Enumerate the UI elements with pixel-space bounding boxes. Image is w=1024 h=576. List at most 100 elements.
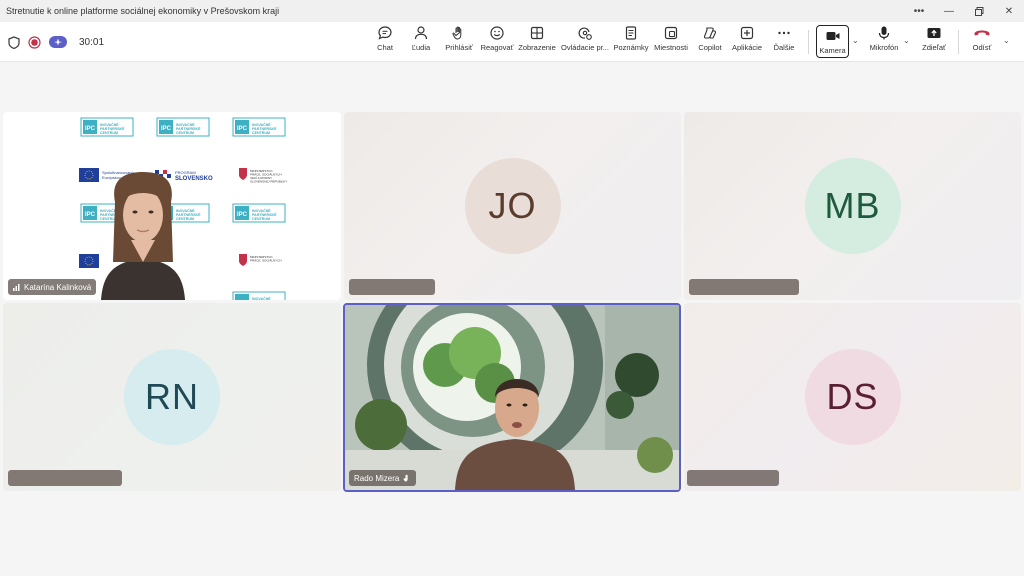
video-feed-backdrop: [345, 305, 679, 490]
ellipsis-icon: [776, 25, 792, 41]
svg-text:PRÁCE, SOCIÁLNYCH: PRÁCE, SOCIÁLNYCH: [250, 259, 282, 263]
apps-label: Aplikácie: [731, 43, 762, 52]
share-label: Zdieľať: [922, 43, 946, 52]
view-label: Zobrazenie: [518, 43, 556, 52]
notes-icon: [623, 25, 639, 41]
svg-text:CENTRUM: CENTRUM: [100, 131, 118, 135]
copilot-button[interactable]: Copilot: [695, 25, 725, 59]
restore-icon[interactable]: [964, 0, 994, 22]
copilot-label: Copilot: [698, 43, 722, 52]
ipc-logo-text: IPC: [85, 126, 96, 132]
svg-text:CENTRUM: CENTRUM: [176, 131, 194, 135]
hangup-icon: [973, 25, 991, 41]
svg-text:INOVAČNÉ: INOVAČNÉ: [252, 296, 271, 300]
participant-name-tag: Rado Mizera: [349, 470, 417, 486]
share-icon: [926, 25, 942, 41]
avatar: RN: [124, 349, 220, 445]
controls-label: Ovládacie pr...: [561, 43, 609, 52]
svg-text:CENTRUM: CENTRUM: [252, 131, 270, 135]
microphone-label: Mikrofón: [869, 43, 899, 52]
copilot-icon: [702, 25, 718, 41]
svg-text:IPC: IPC: [85, 212, 96, 218]
participant-tile[interactable]: JO: [344, 112, 681, 300]
hand-icon: [451, 25, 467, 41]
rooms-icon: [663, 25, 679, 41]
copilot-status-icon[interactable]: [49, 36, 67, 48]
title-bar: Stretnutie k online platforme sociálnej …: [0, 0, 1024, 22]
chat-label: Chat: [377, 43, 393, 52]
participant-name-tag-redacted: [687, 470, 779, 486]
svg-text:CENTRUM: CENTRUM: [252, 217, 270, 221]
participant-tile[interactable]: MB: [684, 112, 1021, 300]
raised-hand-icon: [403, 474, 411, 482]
svg-text:SLOVENSKO: SLOVENSKO: [175, 176, 213, 182]
chat-icon: [377, 25, 393, 41]
minimize-icon[interactable]: —: [934, 0, 964, 22]
apps-button[interactable]: Aplikácie: [730, 25, 764, 59]
participant-name-tag-redacted: [349, 279, 435, 295]
participant-name-tag-redacted: [689, 279, 799, 295]
svg-text:PROGRAM: PROGRAM: [175, 170, 196, 175]
svg-text:CENTRUM: CENTRUM: [176, 217, 194, 221]
raise-hand-button[interactable]: Prihlásiť: [444, 25, 474, 59]
participant-name-tag-redacted: [8, 470, 122, 486]
people-label: Ľudia: [411, 43, 431, 52]
window-title: Stretnutie k online platforme sociálnej …: [6, 6, 280, 16]
avatar: MB: [804, 158, 901, 254]
meeting-status: 30:01: [8, 22, 104, 62]
participant-tile[interactable]: IPC INOVAČNÉ PARTNERSKÉ CENTRUM IPC INOV…: [3, 112, 341, 300]
controls-icon: [577, 25, 593, 41]
plus-icon: [739, 25, 755, 41]
close-icon[interactable]: ✕: [994, 0, 1024, 22]
signal-icon: [13, 283, 20, 291]
toolbar-divider: [808, 30, 809, 54]
react-label: Reagovať: [480, 43, 514, 52]
avatar: JO: [464, 158, 561, 254]
controls-button[interactable]: Ovládacie pr...: [561, 25, 609, 59]
participant-video: [101, 172, 185, 300]
rooms-label: Miestnosti: [654, 43, 688, 52]
video-feed-backdrop: IPC INOVAČNÉ PARTNERSKÉ CENTRUM IPC INOV…: [79, 117, 287, 300]
rooms-button[interactable]: Miestnosti: [652, 25, 690, 59]
raise-hand-label: Prihlásiť: [445, 43, 473, 52]
share-button[interactable]: Zdieľať: [918, 25, 950, 59]
smile-icon: [489, 25, 505, 41]
people-icon: [413, 25, 429, 41]
camera-icon: [825, 28, 841, 44]
chat-button[interactable]: Chat: [372, 25, 398, 59]
svg-text:IPC: IPC: [237, 126, 248, 132]
mic-options-chevron-icon[interactable]: ⌄: [903, 36, 910, 45]
svg-text:IPC: IPC: [237, 212, 248, 218]
participant-name: Rado Mizera: [354, 473, 400, 483]
react-button[interactable]: Reagovať: [480, 25, 514, 59]
leave-label: Odísť: [972, 43, 992, 52]
notes-button[interactable]: Poznámky: [613, 25, 649, 59]
leave-button[interactable]: Odísť: [968, 25, 996, 59]
more-button[interactable]: Ďalšie: [770, 25, 798, 59]
participant-name-tag: Katarína Kalinková: [8, 279, 97, 295]
participant-tile[interactable]: RN: [3, 303, 341, 491]
svg-text:IPC: IPC: [161, 126, 172, 132]
participant-name: Katarína Kalinková: [24, 282, 92, 292]
meeting-toolbar: 30:01 Chat Ľudia Prihlásiť Reagovať Zobr…: [0, 22, 1024, 62]
leave-options-chevron-icon[interactable]: ⌄: [1003, 36, 1010, 45]
camera-label: Kamera: [819, 46, 846, 55]
more-label: Ďalšie: [773, 43, 795, 52]
participant-tile[interactable]: DS: [684, 303, 1021, 491]
shield-icon[interactable]: [8, 35, 20, 49]
notes-label: Poznámky: [613, 43, 649, 52]
view-button[interactable]: Zobrazenie: [518, 25, 556, 59]
recording-icon[interactable]: [28, 35, 41, 49]
camera-button[interactable]: Kamera: [816, 25, 849, 58]
people-button[interactable]: Ľudia: [408, 25, 434, 59]
mic-icon: [876, 25, 892, 41]
participant-tile-active[interactable]: Rado Mizera: [343, 303, 681, 492]
toolbar-divider: [958, 30, 959, 54]
camera-options-chevron-icon[interactable]: ⌄: [852, 36, 859, 45]
meeting-timer: 30:01: [79, 36, 105, 48]
microphone-button[interactable]: Mikrofón: [866, 25, 902, 59]
grid-icon: [529, 25, 545, 41]
avatar: DS: [804, 349, 901, 445]
more-icon[interactable]: •••: [904, 0, 934, 22]
svg-text:SLOVENSKEJ REPUBLIKY: SLOVENSKEJ REPUBLIKY: [250, 180, 287, 184]
